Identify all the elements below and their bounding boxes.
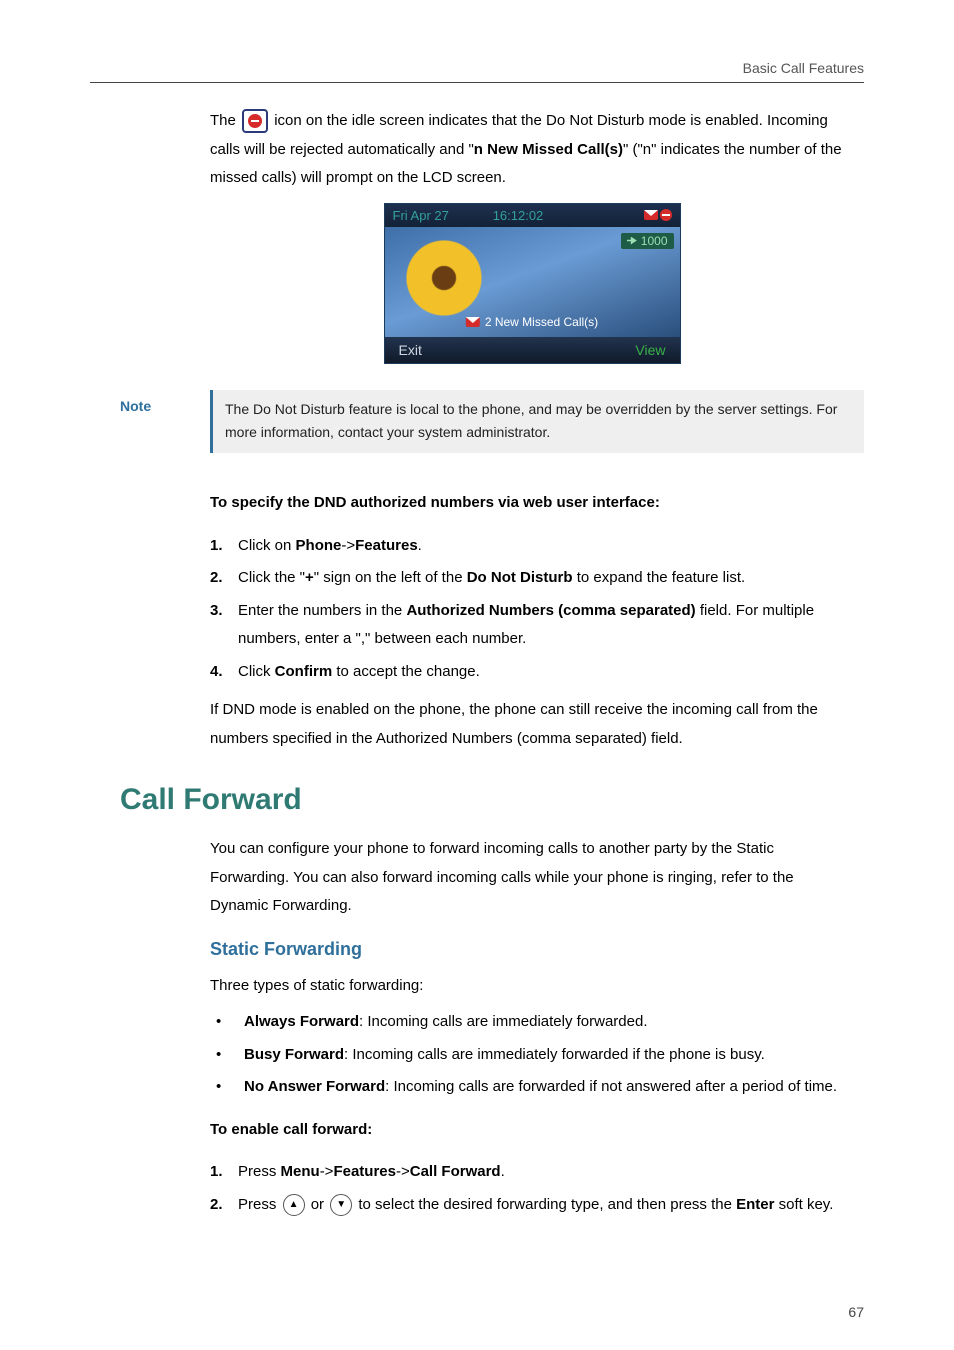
header-chapter: Basic Call Features: [90, 60, 864, 76]
down-arrow-icon: ▼: [330, 1194, 352, 1216]
note-block: Note The Do Not Disturb feature is local…: [120, 390, 864, 454]
dnd-auth-steps: 1. Click on Phone->Features. 2. Click th…: [210, 532, 854, 687]
phone-extension: 1000: [621, 233, 674, 249]
missed-call-banner: 2 New Missed Call(s): [466, 315, 598, 329]
intro-text-1: The: [210, 112, 240, 129]
forward-type-always: Always Forward: Incoming calls are immed…: [210, 1008, 854, 1037]
intro-missed-bold: n New Missed Call(s): [474, 141, 623, 158]
note-label: Note: [120, 390, 210, 454]
enable-forward-steps: 1. Press Menu->Features->Call Forward. 2…: [210, 1158, 854, 1219]
call-forward-intro: You can configure your phone to forward …: [210, 835, 854, 921]
dnd-auth-footer: If DND mode is enabled on the phone, the…: [210, 696, 854, 753]
call-forward-heading: Call Forward: [120, 783, 864, 817]
missed-call-icon: [466, 317, 480, 327]
phone-screenshot: Fri Apr 27 16:12:02 1000 2 New Missed Ca…: [384, 203, 681, 364]
dnd-step-2: 2. Click the "+" sign on the left of the…: [210, 564, 854, 593]
dnd-auth-heading: To specify the DND authorized numbers vi…: [210, 489, 854, 518]
header-rule: [90, 82, 864, 83]
softkey-exit[interactable]: Exit: [399, 342, 422, 358]
up-arrow-icon: ▲: [283, 1194, 305, 1216]
enable-step-1: 1. Press Menu->Features->Call Forward.: [210, 1158, 854, 1187]
dnd-icon: [242, 109, 268, 133]
missed-call-text: 2 New Missed Call(s): [485, 315, 598, 329]
enable-step-2: 2. Press ▲ or ▼ to select the desired fo…: [210, 1191, 854, 1220]
dnd-step-1: 1. Click on Phone->Features.: [210, 532, 854, 561]
enable-forward-heading: To enable call forward:: [210, 1116, 854, 1145]
note-text: The Do Not Disturb feature is local to t…: [210, 390, 864, 454]
softkey-view[interactable]: View: [635, 342, 665, 358]
forward-type-noanswer: No Answer Forward: Incoming calls are fo…: [210, 1073, 854, 1102]
dnd-step-3: 3. Enter the numbers in the Authorized N…: [210, 597, 854, 654]
static-forwarding-intro: Three types of static forwarding:: [210, 972, 854, 1001]
forward-type-busy: Busy Forward: Incoming calls are immedia…: [210, 1041, 854, 1070]
phone-time: 16:12:02: [393, 208, 644, 223]
voicemail-icon: [644, 210, 658, 220]
page-number: 67: [848, 1304, 864, 1320]
intro-paragraph: The icon on the idle screen indicates th…: [210, 107, 854, 193]
forwarding-types-list: Always Forward: Incoming calls are immed…: [210, 1008, 854, 1102]
dnd-step-4: 4. Click Confirm to accept the change.: [210, 658, 854, 687]
wallpaper-sunflower: [399, 233, 489, 323]
dnd-status-icon: [660, 209, 672, 221]
static-forwarding-heading: Static Forwarding: [210, 939, 854, 960]
